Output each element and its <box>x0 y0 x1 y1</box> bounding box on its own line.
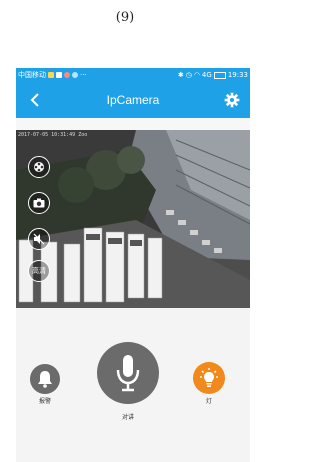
microphone-icon <box>116 355 140 392</box>
back-icon <box>30 93 39 107</box>
more-notifications: ··· <box>80 71 87 79</box>
talk-button[interactable] <box>97 342 159 404</box>
battery-icon <box>213 71 226 79</box>
record-button[interactable] <box>28 156 50 178</box>
gear-icon <box>224 92 240 108</box>
carrier-label: 中国移动 <box>18 71 46 79</box>
camera-icon <box>33 198 45 208</box>
figure-label: (9) <box>115 10 135 25</box>
status-bar: 中国移动 ··· ✱ ◷ ◠ 4G 19:33 <box>16 68 250 82</box>
talk-label: 对讲 <box>121 414 134 421</box>
back-button[interactable] <box>26 90 44 110</box>
phone-screen: 中国移动 ··· ✱ ◷ ◠ 4G 19:33 IpCamera 2017-07… <box>16 68 250 462</box>
hd-button[interactable]: 高清 <box>28 260 50 282</box>
page-title: IpCamera <box>106 93 160 107</box>
alarm-button[interactable] <box>30 364 60 394</box>
snapshot-button[interactable] <box>28 192 50 214</box>
video-timestamp: 2017-07-05 10:31:49 Zoo <box>18 132 88 138</box>
signal-label: 4G <box>201 71 212 79</box>
settings-button[interactable] <box>222 90 242 110</box>
mute-icon <box>33 233 45 245</box>
video-scene <box>16 130 250 308</box>
film-reel-icon <box>34 162 44 172</box>
light-button[interactable] <box>193 362 225 394</box>
app-icon <box>64 72 70 78</box>
light-bulb-icon <box>200 368 218 387</box>
alarm-label: 报警 <box>38 398 51 405</box>
light-label: 灯 <box>205 398 212 405</box>
wifi-icon: ◠ <box>193 71 200 79</box>
alarm-icon: ◷ <box>185 71 192 79</box>
photo-icon <box>56 72 62 78</box>
app-bar: IpCamera <box>16 82 250 118</box>
clock: 19:33 <box>227 71 248 79</box>
control-panel: 报警 对讲 灯 <box>16 308 250 462</box>
hd-label: 高清 <box>32 267 46 275</box>
app-icon <box>72 72 78 78</box>
bluetooth-icon: ✱ <box>177 71 184 79</box>
notification-icon <box>48 72 54 78</box>
bell-icon <box>38 371 52 388</box>
mute-button[interactable] <box>28 228 50 250</box>
camera-video-feed[interactable]: 2017-07-05 10:31:49 Zoo 高清 <box>16 130 250 308</box>
